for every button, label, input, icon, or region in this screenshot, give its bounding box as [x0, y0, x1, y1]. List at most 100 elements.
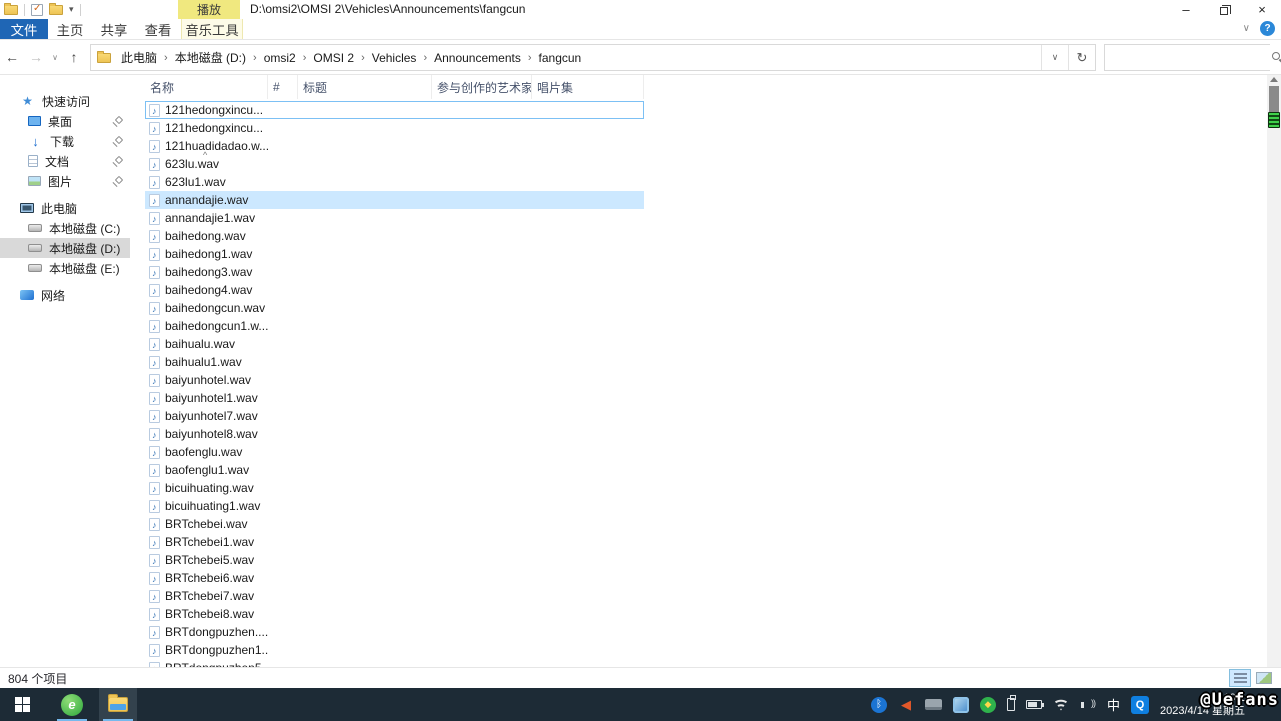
file-row[interactable]: baihedongcun1.w...: [145, 317, 644, 335]
file-row[interactable]: 121huadidadao.w...: [145, 137, 644, 155]
start-button[interactable]: [0, 688, 45, 721]
breadcrumb-item[interactable]: Announcements: [430, 49, 525, 67]
file-row[interactable]: 623lu1.wav: [145, 173, 644, 191]
column-header[interactable]: 名称: [145, 75, 268, 99]
sidebar-item[interactable]: 此电脑: [0, 198, 130, 218]
file-row[interactable]: BRTdongpuzhen1...: [145, 641, 644, 659]
browser-app-button[interactable]: e: [53, 688, 91, 721]
breadcrumb-item[interactable]: fangcun: [535, 49, 586, 67]
tab-file[interactable]: 文件: [0, 19, 48, 39]
battery-icon[interactable]: [1025, 700, 1044, 709]
audio-device-icon[interactable]: [898, 697, 914, 713]
ribbon-tab[interactable]: 共享: [92, 19, 136, 39]
up-button[interactable]: ↑: [62, 44, 86, 70]
sidebar-item[interactable]: 快速访问: [0, 91, 130, 111]
breadcrumb-item[interactable]: 本地磁盘 (D:): [171, 47, 250, 68]
file-row[interactable]: 121hedongxincu...: [145, 119, 644, 137]
details-view-button[interactable]: [1229, 669, 1251, 687]
ribbon-tab[interactable]: 查看: [136, 19, 180, 39]
help-icon[interactable]: ?: [1260, 21, 1275, 36]
breadcrumb-item[interactable]: 此电脑: [117, 47, 161, 68]
contextual-tab-group[interactable]: 播放: [178, 0, 240, 19]
messenger-app-icon[interactable]: [952, 696, 969, 713]
chevron-right-icon[interactable]: ›: [422, 52, 428, 64]
file-row[interactable]: baihedong3.wav: [145, 263, 644, 281]
file-row[interactable]: baihedongcun.wav: [145, 299, 644, 317]
scroll-up-icon[interactable]: [1270, 77, 1278, 82]
file-row[interactable]: 623lu.wav: [145, 155, 644, 173]
file-row[interactable]: baihedong.wav: [145, 227, 644, 245]
file-row[interactable]: annandajie.wav: [145, 191, 644, 209]
recent-locations-icon[interactable]: ∨: [48, 44, 62, 70]
file-row[interactable]: baiyunhotel.wav: [145, 371, 644, 389]
vertical-scrollbar[interactable]: [1267, 75, 1281, 667]
file-row[interactable]: 121hedongxincu...: [145, 101, 644, 119]
thumbnail-view-button[interactable]: [1253, 669, 1275, 687]
customize-toolbar-caret-icon[interactable]: ▾: [69, 4, 74, 15]
minimize-button[interactable]: –: [1167, 0, 1205, 19]
file-row[interactable]: bicuihuating1.wav: [145, 497, 644, 515]
chevron-right-icon[interactable]: ›: [527, 52, 533, 64]
file-row[interactable]: BRTchebei6.wav: [145, 569, 644, 587]
close-button[interactable]: ×: [1243, 0, 1281, 19]
sidebar-item[interactable]: 本地磁盘 (D:): [0, 238, 130, 258]
chevron-right-icon[interactable]: ›: [163, 52, 169, 64]
touchpad-icon[interactable]: [924, 699, 942, 710]
file-row[interactable]: annandajie1.wav: [145, 209, 644, 227]
restore-button[interactable]: [1205, 0, 1243, 19]
breadcrumb-item[interactable]: omsi2: [260, 49, 300, 67]
wifi-icon[interactable]: [1052, 698, 1069, 711]
file-row[interactable]: BRTdongpuzhen5...: [145, 659, 644, 667]
ribbon-tab[interactable]: 主页: [48, 19, 92, 39]
file-row[interactable]: BRTchebei8.wav: [145, 605, 644, 623]
file-row[interactable]: baiyunhotel1.wav: [145, 389, 644, 407]
security-app-icon[interactable]: [979, 696, 996, 713]
search-icon[interactable]: [1272, 51, 1281, 64]
file-row[interactable]: BRTchebei1.wav: [145, 533, 644, 551]
file-row[interactable]: BRTchebei5.wav: [145, 551, 644, 569]
forward-button[interactable]: →: [24, 44, 48, 70]
file-explorer-app-button[interactable]: [99, 688, 137, 721]
file-row[interactable]: bicuihuating.wav: [145, 479, 644, 497]
volume-icon[interactable]: [1080, 698, 1096, 711]
refresh-icon[interactable]: ↻: [1068, 45, 1095, 70]
usb-icon[interactable]: [1006, 695, 1016, 711]
sidebar-item[interactable]: 桌面: [0, 111, 130, 131]
ime-indicator[interactable]: 中: [1107, 695, 1120, 714]
sidebar-item[interactable]: 图片: [0, 171, 130, 191]
chevron-right-icon[interactable]: ›: [302, 52, 308, 64]
address-box[interactable]: 此电脑 › 本地磁盘 (D:) › omsi2 › OMSI 2 › Vehic…: [90, 44, 1096, 71]
column-header[interactable]: 唱片集: [532, 75, 644, 99]
column-header[interactable]: 标题: [298, 75, 432, 99]
file-row[interactable]: baiyunhotel7.wav: [145, 407, 644, 425]
file-row[interactable]: baihedong4.wav: [145, 281, 644, 299]
sidebar-item[interactable]: 本地磁盘 (E:): [0, 258, 130, 278]
expand-ribbon-icon[interactable]: ∨: [1243, 23, 1250, 34]
file-row[interactable]: baihedong1.wav: [145, 245, 644, 263]
bluetooth-icon[interactable]: [870, 696, 887, 713]
column-header[interactable]: #: [268, 75, 298, 99]
sidebar-item[interactable]: 下载: [0, 131, 130, 151]
file-row[interactable]: BRTdongpuzhen....: [145, 623, 644, 641]
sidebar-item[interactable]: 网络: [0, 285, 130, 305]
chevron-right-icon[interactable]: ›: [360, 52, 366, 64]
tab-music-tools[interactable]: 音乐工具: [181, 19, 243, 39]
file-row[interactable]: baihualu.wav: [145, 335, 644, 353]
file-row[interactable]: BRTchebei.wav: [145, 515, 644, 533]
search-input[interactable]: [1105, 45, 1272, 70]
breadcrumb-item[interactable]: OMSI 2: [309, 49, 358, 67]
properties-icon[interactable]: [31, 3, 43, 16]
scrollbar-thumb[interactable]: [1269, 86, 1279, 112]
chevron-right-icon[interactable]: ›: [252, 52, 258, 64]
file-row[interactable]: BRTchebei7.wav: [145, 587, 644, 605]
file-row[interactable]: baofenglu.wav: [145, 443, 644, 461]
sidebar-item[interactable]: 本地磁盘 (C:): [0, 218, 130, 238]
sidebar-item[interactable]: 文档: [0, 151, 130, 171]
file-row[interactable]: baofenglu1.wav: [145, 461, 644, 479]
file-row[interactable]: baiyunhotel8.wav: [145, 425, 644, 443]
column-header[interactable]: 参与创作的艺术家: [432, 75, 532, 99]
file-row[interactable]: baihualu1.wav: [145, 353, 644, 371]
new-folder-icon[interactable]: [49, 2, 63, 15]
q-app-icon[interactable]: Q: [1131, 695, 1149, 714]
address-dropdown-icon[interactable]: ∨: [1041, 45, 1068, 70]
